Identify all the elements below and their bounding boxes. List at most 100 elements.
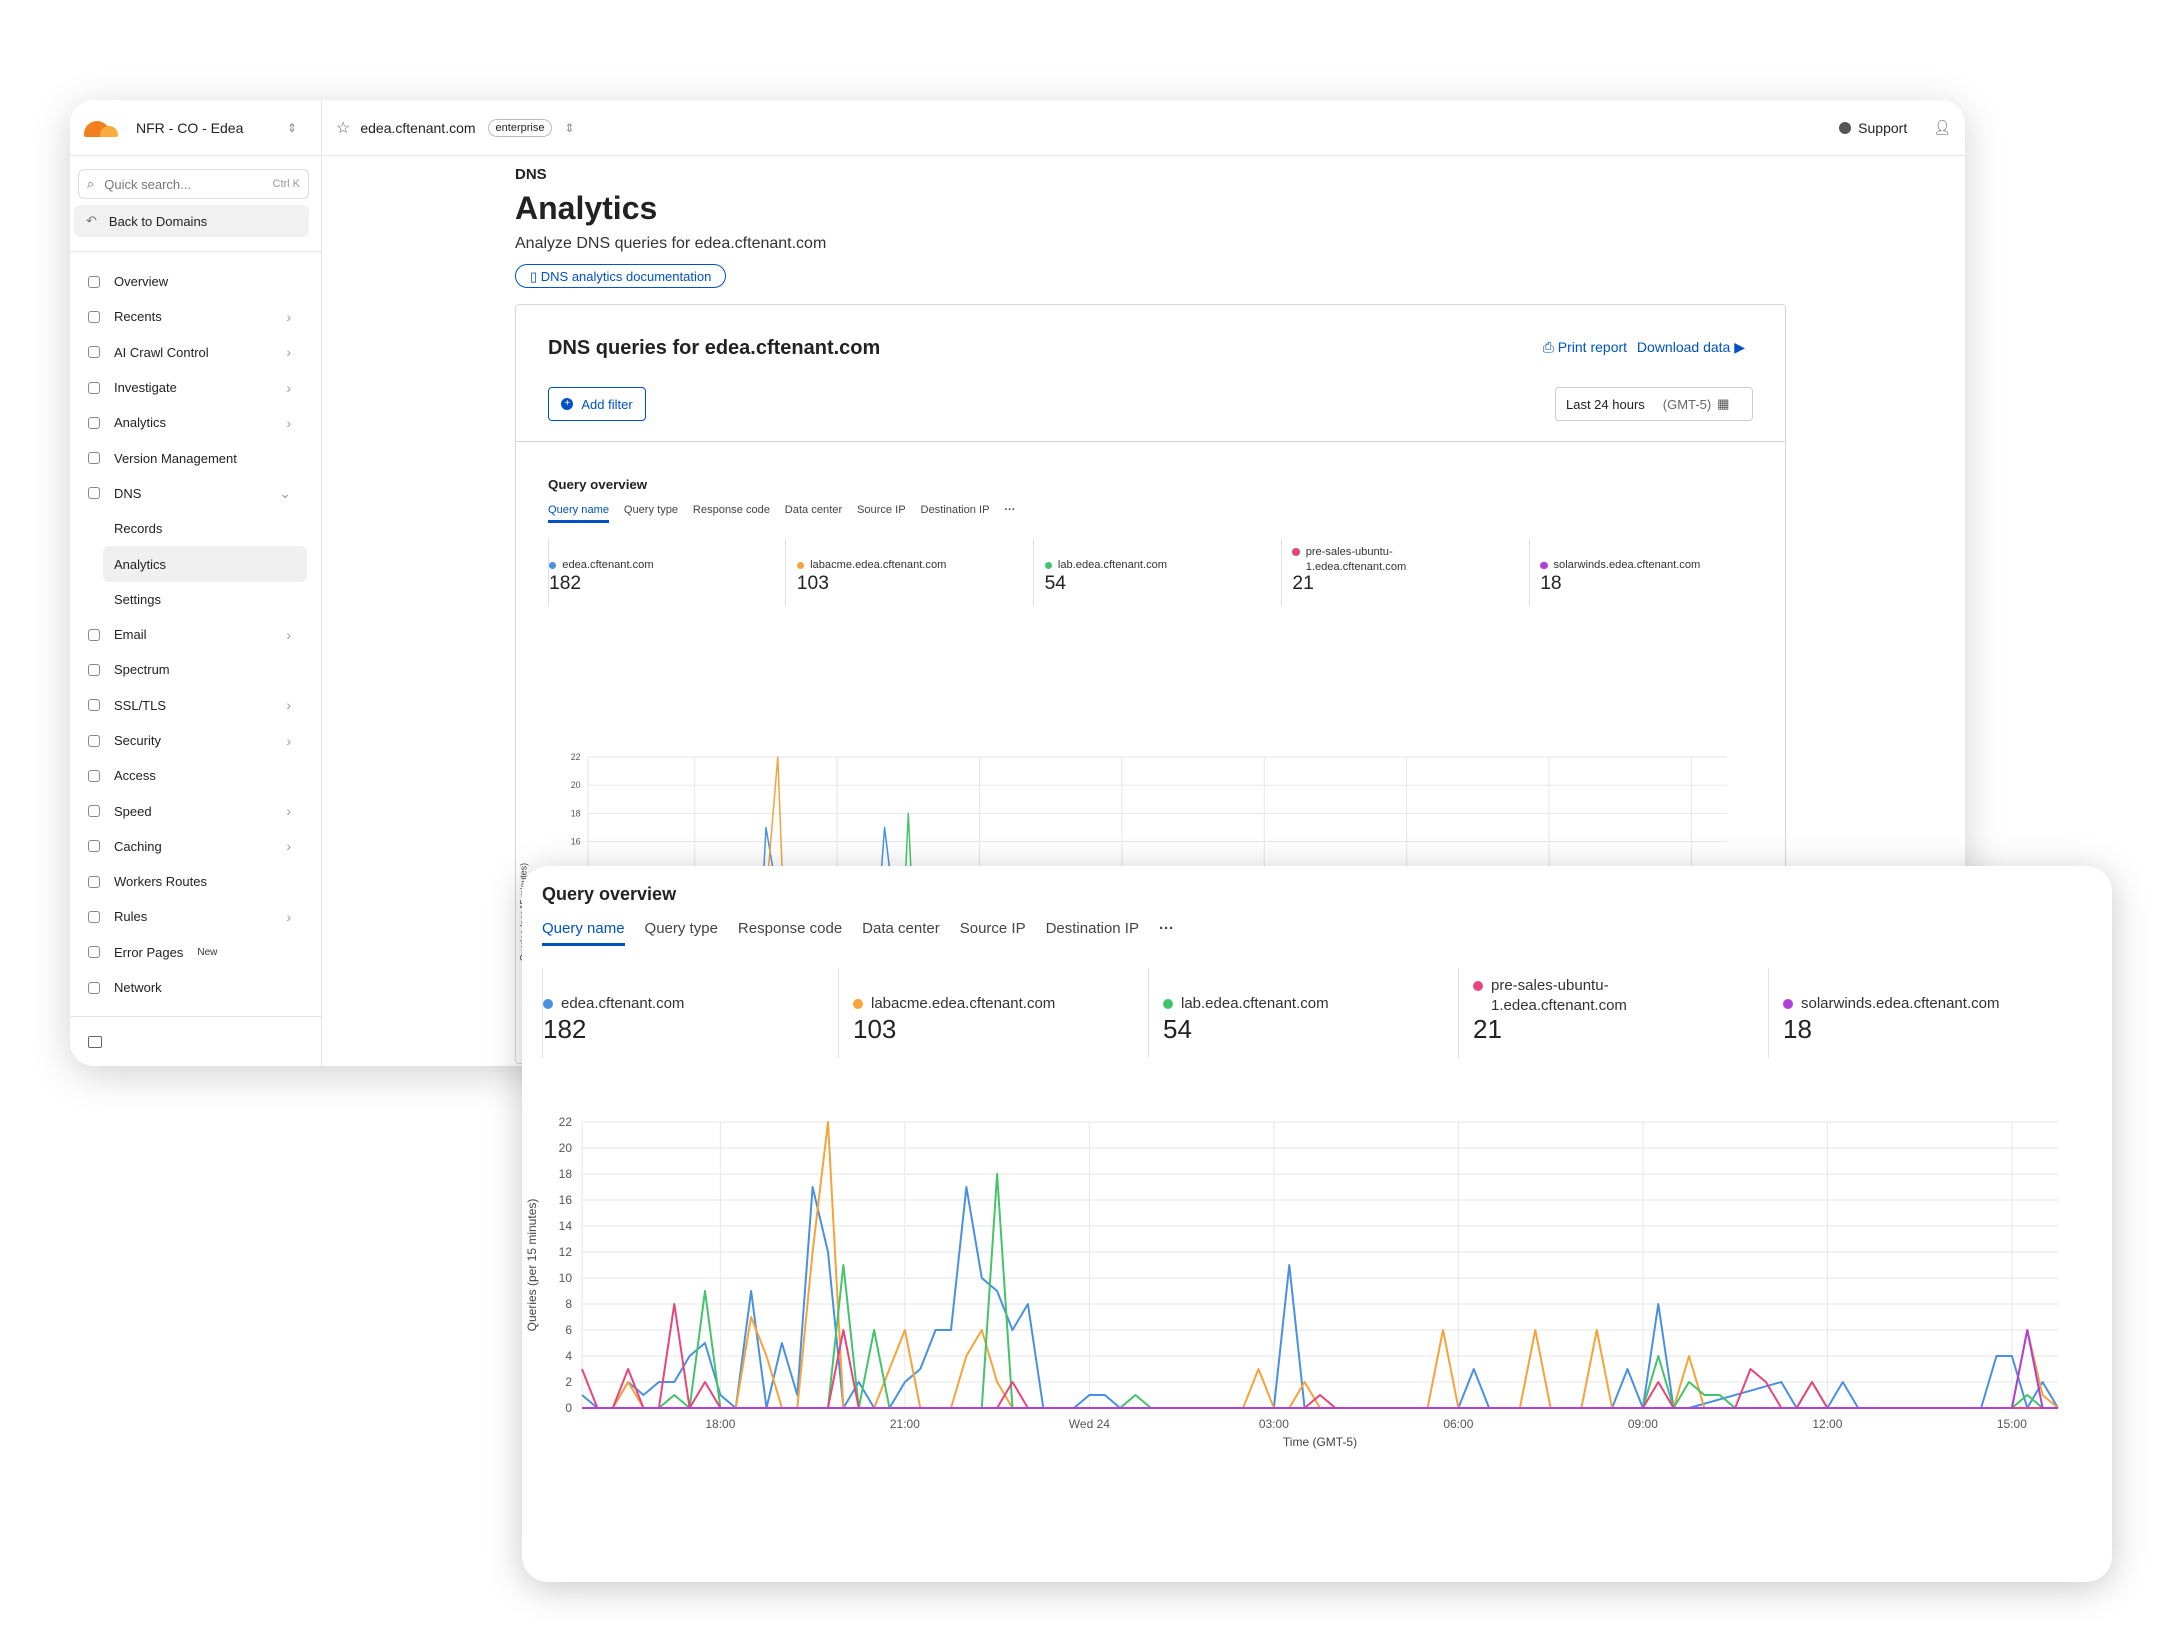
search-icon: ⌕ xyxy=(87,176,95,191)
stat-1[interactable]: labacme.edea.cftenant.com 103 xyxy=(838,968,1148,1058)
print-report-link[interactable]: ⎙ Print report xyxy=(1543,339,1627,355)
dns-icon xyxy=(88,487,100,500)
overview-icon xyxy=(88,275,100,288)
sidebar-item-label: Workers Routes xyxy=(114,874,207,890)
y-tick-label: 14 xyxy=(559,1219,573,1233)
print-icon: ⎙ xyxy=(1542,339,1558,355)
plan-badge: enterprise xyxy=(487,118,553,137)
sidebar-item-email[interactable]: Email › xyxy=(70,617,321,652)
sidebar-item-analytics[interactable]: Analytics › xyxy=(70,405,321,440)
sidebar-item-error-pages[interactable]: Error Pages New xyxy=(70,935,321,970)
support-button[interactable]: Support xyxy=(1839,120,1907,136)
sidebar-item-label: DNS xyxy=(114,485,142,501)
help-icon xyxy=(1839,121,1852,134)
legend-dot-icon xyxy=(549,561,557,570)
sidebar-item-version-management[interactable]: Version Management xyxy=(70,440,321,475)
more-tabs-button[interactable]: ··· xyxy=(1159,920,1174,946)
tab-response-code[interactable]: Response code xyxy=(738,920,842,946)
quick-search-input[interactable]: ⌕ Quick search... Ctrl K xyxy=(78,169,309,199)
domain-name[interactable]: edea.cftenant.com xyxy=(360,120,475,136)
collapse-sidebar-button[interactable] xyxy=(70,1016,321,1066)
time-range-select[interactable]: Last 24 hours (GMT-5) ▦ xyxy=(1555,387,1753,421)
chevron-right-icon: › xyxy=(286,838,291,855)
tab-query-type[interactable]: Query type xyxy=(624,504,678,523)
sidebar-item-spectrum[interactable]: Spectrum xyxy=(70,652,321,687)
network-icon xyxy=(88,981,100,994)
stat-name-line2: 1.edea.cftenant.com xyxy=(1491,997,1627,1015)
sidebar-item-caching[interactable]: Caching › xyxy=(70,829,321,864)
stat-0[interactable]: edea.cftenant.com 182 xyxy=(548,539,796,606)
add-filter-button[interactable]: + Add filter xyxy=(548,387,646,421)
query-overview-title: Query overview xyxy=(542,884,677,904)
stat-4[interactable]: solarwinds.edea.cftenant.com 18 xyxy=(1768,968,2078,1058)
sidebar-item-overview[interactable]: Overview xyxy=(70,264,321,299)
series-line-lab-edea-cftenant-com xyxy=(582,1173,2058,1409)
y-tick-label: 22 xyxy=(571,752,581,762)
y-tick-label: 10 xyxy=(559,1271,573,1285)
x-tick-label: 15:00 xyxy=(1997,1417,2027,1431)
domain-switch-icon[interactable]: ⇕ xyxy=(564,121,574,135)
sidebar-item-dns[interactable]: DNS ⌄ xyxy=(70,476,321,511)
sidebar-item-records-sub[interactable]: Records xyxy=(70,511,321,546)
tab-destination-ip[interactable]: Destination IP xyxy=(920,504,989,523)
star-icon[interactable]: ☆ xyxy=(336,118,350,138)
sidebar-item-label: Network xyxy=(114,980,162,996)
sidebar-item-network[interactable]: Network xyxy=(70,970,321,1005)
sidebar-item-speed[interactable]: Speed › xyxy=(70,793,321,828)
stat-3[interactable]: pre-sales-ubuntu- 1.edea.cftenant.com 21 xyxy=(1458,968,1768,1058)
sidebar-item-recents[interactable]: Recents › xyxy=(70,299,321,334)
sidebar-item-access[interactable]: Access xyxy=(70,758,321,793)
back-to-domains-button[interactable]: ↶ Back to Domains xyxy=(74,205,309,237)
stat-2[interactable]: lab.edea.cftenant.com 54 xyxy=(1148,968,1458,1058)
breadcrumb[interactable]: DNS xyxy=(515,166,547,183)
legend-dot-icon xyxy=(1163,999,1173,1010)
stat-2[interactable]: lab.edea.cftenant.com 54 xyxy=(1033,539,1281,606)
tab-source-ip[interactable]: Source IP xyxy=(857,504,906,523)
tab-destination-ip[interactable]: Destination IP xyxy=(1046,920,1139,946)
calendar-icon: ▦ xyxy=(1717,396,1730,411)
sidebar-nav: Overview Recents › AI Crawl Control › Investi… xyxy=(70,251,321,1005)
stat-name-line1: pre-sales-ubuntu- xyxy=(1305,546,1393,559)
sidebar-item-investigate[interactable]: Investigate › xyxy=(70,370,321,405)
user-icon[interactable]: 👤︎ xyxy=(1933,119,1951,136)
documentation-link[interactable]: ▯ DNS analytics documentation xyxy=(515,264,727,288)
legend-dot-icon xyxy=(543,999,553,1010)
stat-4[interactable]: solarwinds.edea.cftenant.com 18 xyxy=(1528,539,1777,606)
sidebar-item-security[interactable]: Security › xyxy=(70,723,321,758)
sidebar-item-settings-sub[interactable]: Settings xyxy=(70,582,321,617)
tab-query-name[interactable]: Query name xyxy=(548,504,610,524)
more-tabs-button[interactable]: ··· xyxy=(1004,504,1015,523)
x-tick-label: 12:00 xyxy=(1812,1417,1842,1431)
timezone-label: (GMT-5) xyxy=(1662,396,1712,412)
sidebar-item-label: Access xyxy=(114,768,156,784)
stat-3[interactable]: pre-sales-ubuntu- 1.edea.cftenant.com 21 xyxy=(1281,539,1529,606)
sidebar-item-workers-routes[interactable]: Workers Routes xyxy=(70,864,321,899)
ssl-tls-icon xyxy=(88,699,100,712)
caret-right-icon: ▶ xyxy=(1734,339,1745,355)
tab-query-name[interactable]: Query name xyxy=(542,920,625,946)
x-tick-label: 03:00 xyxy=(1259,1417,1289,1431)
query-overview-zoom-panel: Query overview Query name Query type Respon… xyxy=(522,866,2112,1582)
x-tick-label: 06:00 xyxy=(1443,1417,1473,1431)
account-name: NFR - CO - Edea xyxy=(136,119,244,136)
stat-name: labacme.edea.cftenant.com xyxy=(796,558,946,573)
stat-1[interactable]: labacme.edea.cftenant.com 103 xyxy=(785,539,1033,606)
stat-0[interactable]: edea.cftenant.com 182 xyxy=(542,968,852,1058)
sidebar-item-analytics-sub[interactable]: Analytics xyxy=(103,546,307,582)
sidebar-item-label: Rules xyxy=(114,909,148,925)
stat-name-line1: pre-sales-ubuntu- xyxy=(1491,977,1609,994)
tab-data-center[interactable]: Data center xyxy=(862,920,940,946)
tab-data-center[interactable]: Data center xyxy=(785,504,842,523)
tab-source-ip[interactable]: Source IP xyxy=(960,920,1026,946)
chevron-right-icon: › xyxy=(286,379,291,396)
download-data-link[interactable]: Download data ▶ xyxy=(1637,339,1745,355)
account-switcher[interactable]: NFR - CO - Edea ⇕ xyxy=(70,100,321,156)
y-tick-label: 18 xyxy=(571,808,581,818)
tab-query-type[interactable]: Query type xyxy=(645,920,718,946)
chevron-right-icon: › xyxy=(286,308,291,325)
y-tick-label: 22 xyxy=(559,1115,573,1129)
sidebar-item-rules[interactable]: Rules › xyxy=(70,899,321,934)
tab-response-code[interactable]: Response code xyxy=(693,504,770,523)
sidebar-item-ssl-tls[interactable]: SSL/TLS › xyxy=(70,688,321,723)
sidebar-item-ai-crawl-control[interactable]: AI Crawl Control › xyxy=(70,335,321,370)
